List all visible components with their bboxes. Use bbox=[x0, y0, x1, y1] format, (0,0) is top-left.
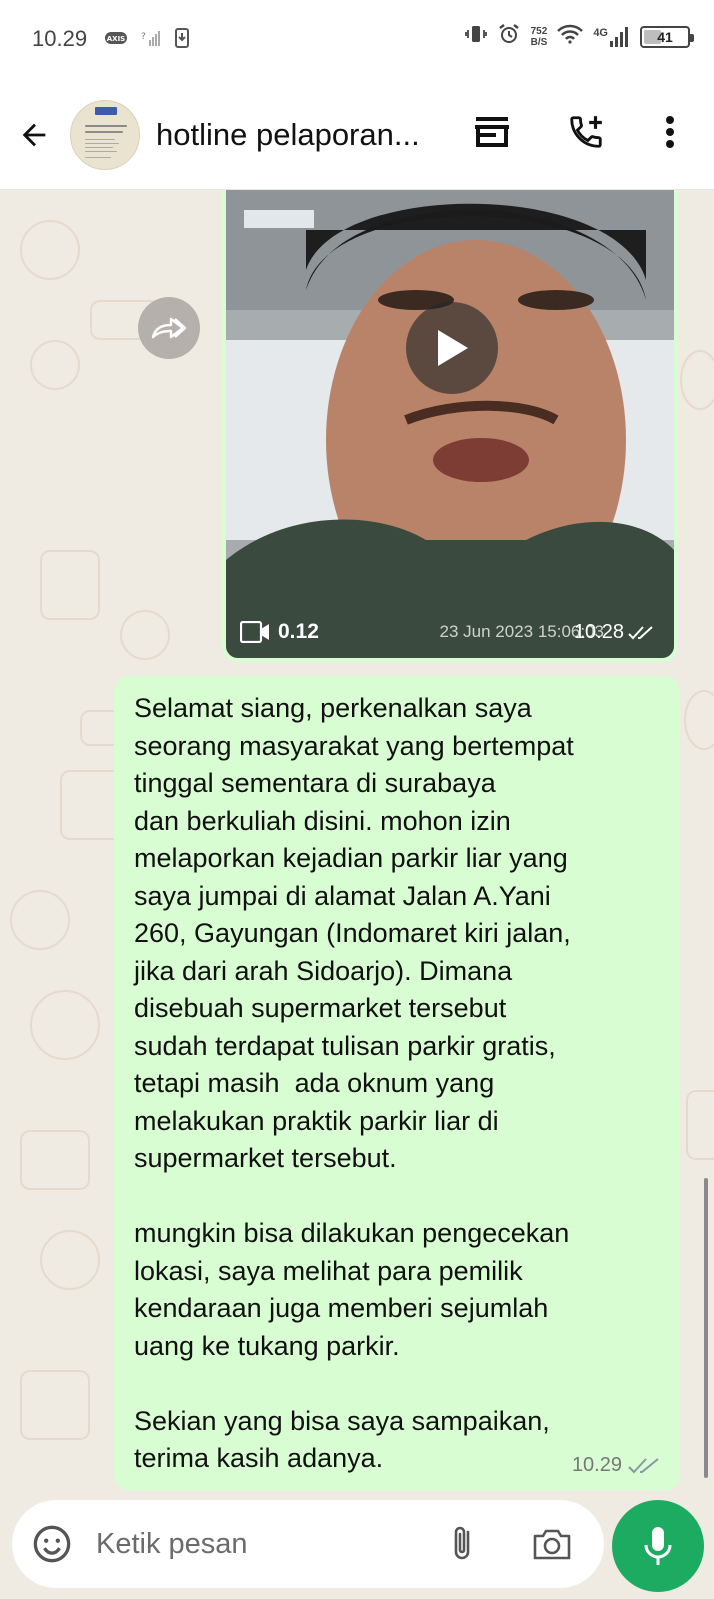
camera-icon bbox=[533, 1529, 571, 1560]
wallpaper-doodle bbox=[30, 340, 80, 390]
wallpaper-doodle bbox=[120, 610, 170, 660]
wallpaper-doodle bbox=[686, 1090, 714, 1160]
battery-level: 41 bbox=[657, 28, 673, 45]
chat-title[interactable]: hotline pelaporan... bbox=[156, 117, 456, 153]
status-bar: 10.29 AXIS ? 752 B/S 4G 41 bbox=[0, 0, 714, 80]
battery-icon: 41 bbox=[640, 25, 694, 48]
attach-button[interactable] bbox=[442, 1522, 486, 1566]
message-input-placeholder: Ketik pesan bbox=[96, 1528, 248, 1560]
back-button[interactable] bbox=[14, 115, 54, 155]
arrow-left-icon bbox=[22, 123, 46, 146]
text-message-bubble[interactable]: Selamat siang, perkenalkan saya seorang … bbox=[114, 676, 680, 1490]
svg-text:?: ? bbox=[141, 32, 146, 42]
video-sent-time: 10.28 bbox=[574, 621, 656, 644]
wallpaper-doodle bbox=[20, 1370, 90, 1440]
video-duration: 0.12 bbox=[240, 620, 319, 644]
message-input[interactable]: Ketik pesan bbox=[12, 1500, 604, 1588]
scroll-indicator[interactable] bbox=[704, 1178, 708, 1478]
wallpaper-doodle bbox=[40, 1230, 100, 1290]
cell-signal-icon: 4G bbox=[593, 26, 630, 47]
add-call-button[interactable] bbox=[566, 112, 606, 152]
chat-header: hotline pelaporan... bbox=[0, 80, 714, 190]
download-icon bbox=[175, 28, 189, 53]
status-time: 10.29 bbox=[32, 26, 88, 51]
wallpaper-doodle bbox=[20, 1130, 90, 1190]
video-duration-text: 0.12 bbox=[278, 620, 319, 643]
network-speed: 752 B/S bbox=[531, 26, 548, 48]
wifi-icon bbox=[557, 24, 584, 49]
status-left-icons: AXIS ? bbox=[105, 28, 189, 53]
vibrate-icon bbox=[464, 23, 487, 50]
read-ticks-icon bbox=[628, 625, 653, 639]
network-type: 4G bbox=[593, 26, 608, 39]
read-ticks-icon bbox=[628, 1457, 659, 1473]
contact-avatar[interactable] bbox=[70, 99, 140, 170]
network-speed-value: 752 bbox=[530, 25, 548, 37]
video-sent-time-text: 10.28 bbox=[573, 621, 624, 643]
network-speed-unit: B/S bbox=[530, 36, 548, 48]
alarm-icon bbox=[497, 22, 521, 51]
no-signal-icon: ? bbox=[141, 29, 161, 52]
mic-icon bbox=[644, 1527, 672, 1565]
forward-icon bbox=[151, 317, 187, 339]
store-icon bbox=[475, 117, 509, 147]
message-time-text: 10.29 bbox=[571, 1454, 622, 1476]
wallpaper-doodle bbox=[10, 890, 70, 950]
more-vert-icon bbox=[666, 116, 674, 148]
wallpaper-doodle bbox=[20, 220, 80, 280]
message-body: Selamat siang, perkenalkan saya seorang … bbox=[134, 693, 574, 1473]
menu-button[interactable] bbox=[650, 112, 690, 152]
wallpaper-doodle bbox=[30, 990, 100, 1060]
video-message-bubble[interactable]: 0.12 23 Jun 2023 15:06:03 10.28 bbox=[222, 190, 678, 662]
forward-button[interactable] bbox=[138, 297, 200, 359]
camera-button[interactable] bbox=[530, 1522, 574, 1566]
game-controller-icon: AXIS bbox=[105, 31, 127, 50]
emoji-icon bbox=[33, 1525, 71, 1563]
add-call-icon bbox=[570, 116, 602, 148]
wallpaper-doodle bbox=[684, 690, 714, 750]
play-icon bbox=[438, 330, 468, 366]
message-input-bar: Ketik pesan bbox=[0, 1490, 714, 1599]
wallpaper-doodle bbox=[40, 550, 100, 620]
chat-area[interactable]: 0.12 23 Jun 2023 15:06:03 10.28 Selamat … bbox=[0, 190, 714, 1490]
video-thumbnail-image bbox=[226, 190, 674, 658]
wallpaper-doodle bbox=[680, 350, 714, 410]
video-thumbnail[interactable]: 0.12 23 Jun 2023 15:06:03 10.28 bbox=[226, 190, 674, 658]
status-right-icons: 752 B/S 4G 41 bbox=[464, 22, 694, 51]
message-time: 10.29 bbox=[572, 1454, 662, 1477]
paperclip-icon bbox=[454, 1526, 470, 1560]
voice-message-button[interactable] bbox=[612, 1500, 704, 1592]
shop-button[interactable] bbox=[472, 112, 512, 152]
videocam-icon bbox=[240, 621, 269, 643]
play-button[interactable] bbox=[406, 302, 498, 394]
svg-text:AXIS: AXIS bbox=[107, 35, 125, 43]
emoji-button[interactable] bbox=[30, 1522, 74, 1566]
